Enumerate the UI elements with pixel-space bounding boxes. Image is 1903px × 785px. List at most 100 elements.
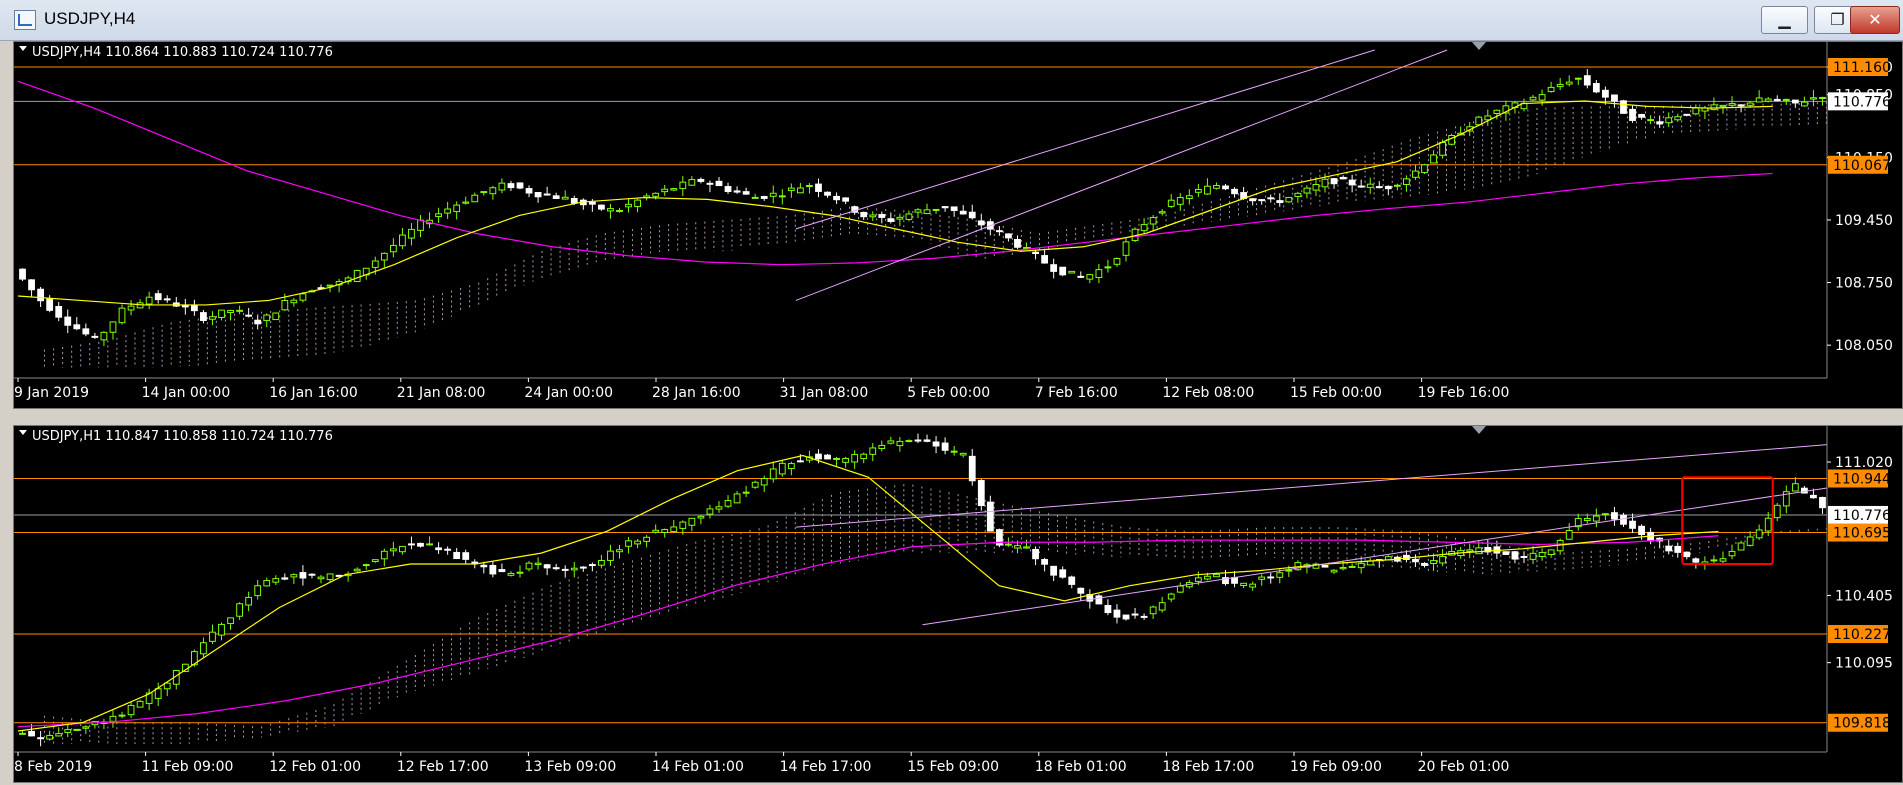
candle-body <box>914 209 922 213</box>
candle-body <box>778 462 786 475</box>
candle-body <box>1620 100 1627 114</box>
price-tag-label: 110.227 <box>1833 627 1891 643</box>
candle-body <box>489 564 497 575</box>
candle-body <box>634 540 641 545</box>
chart-window-icon <box>14 10 36 30</box>
candle-body <box>1158 211 1166 214</box>
y-tick-label: 108.750 <box>1835 276 1893 292</box>
candle-body <box>715 180 723 187</box>
candle-body <box>968 455 976 482</box>
candle-body <box>914 439 922 442</box>
candle-body <box>561 568 569 571</box>
candle-body <box>1683 551 1691 558</box>
candle-body <box>1683 113 1691 116</box>
candle-body <box>181 305 189 308</box>
candle-body <box>489 187 497 195</box>
candle-body <box>706 182 714 185</box>
candle-body <box>860 211 868 218</box>
candle-body <box>950 206 958 212</box>
candle-body <box>896 216 904 220</box>
candle-body <box>1104 604 1112 614</box>
candle-body <box>842 457 850 463</box>
candle-body <box>281 577 289 580</box>
candle-body <box>1800 101 1808 107</box>
y-tick-label: 108.050 <box>1835 338 1893 354</box>
candle-body <box>1122 614 1130 620</box>
candle-body <box>616 209 623 212</box>
candle-body <box>878 214 886 218</box>
candle-body <box>154 688 162 699</box>
candle-body <box>1059 569 1067 578</box>
candle-body <box>1710 559 1718 562</box>
candle-body <box>815 453 822 460</box>
candle-body <box>236 603 243 617</box>
h1-chart-svg[interactable]: USDJPY,H1 110.847 110.858 110.724 110.77… <box>14 426 1902 782</box>
candle-body <box>1222 185 1229 190</box>
candle-body <box>326 284 334 287</box>
candle-body <box>471 561 479 564</box>
price-tag-label: 110.776 <box>1833 508 1891 524</box>
h4-chart-svg[interactable]: USDJPY,H4 110.864 110.883 110.724 110.77… <box>14 42 1902 408</box>
candle-body <box>941 206 949 209</box>
candle-body <box>1529 552 1537 560</box>
candle-body <box>55 733 63 737</box>
candle-body <box>1755 97 1763 103</box>
candle-body <box>236 309 243 312</box>
candle-body <box>290 574 298 578</box>
candle-body <box>941 442 949 451</box>
x-tick-label: 18 Feb 01:00 <box>1035 759 1127 775</box>
candle-body <box>950 450 958 453</box>
candle-body <box>652 192 660 197</box>
candle-body <box>1746 102 1754 106</box>
x-tick-label: 18 Feb 17:00 <box>1162 759 1254 775</box>
candle-body <box>1330 569 1338 573</box>
candle-body <box>932 441 940 447</box>
candle-body <box>787 463 795 469</box>
candle-body <box>1231 188 1238 195</box>
candle-body <box>1475 547 1483 555</box>
candle-body <box>724 500 732 507</box>
candle-body <box>1674 545 1682 553</box>
candle-body <box>1665 545 1673 552</box>
candle-body <box>1502 551 1510 555</box>
candle-body <box>869 214 877 218</box>
candle-body <box>1819 496 1826 509</box>
h4-chart-panel[interactable]: USDJPY,H4 110.864 110.883 110.724 110.77… <box>13 41 1903 409</box>
candle-body <box>1629 108 1636 121</box>
candle-body <box>995 230 1003 233</box>
candle-body <box>1339 566 1347 570</box>
h1-chart-panel[interactable]: USDJPY,H1 110.847 110.858 110.724 110.77… <box>13 425 1903 783</box>
trend-channel-line <box>922 487 1828 626</box>
candle-body <box>1050 264 1058 272</box>
minimize-button[interactable]: ▁ <box>1761 6 1808 34</box>
candle-body <box>218 623 225 636</box>
candle-body <box>760 196 768 199</box>
candle-body <box>19 268 26 280</box>
candle-body <box>1303 187 1311 194</box>
candle-body <box>923 209 931 215</box>
candle-body <box>1077 587 1085 594</box>
candle-body <box>670 188 678 191</box>
candle-body <box>1014 545 1021 549</box>
candle-body <box>263 580 271 587</box>
candle-body <box>1258 576 1266 580</box>
candle-body <box>1773 504 1781 519</box>
candle-body <box>661 188 669 193</box>
candle-body <box>977 479 985 507</box>
candle-body <box>778 195 786 198</box>
candle-body <box>109 715 117 722</box>
candle-body <box>100 331 108 341</box>
candle-body <box>1149 217 1157 225</box>
candle-body <box>498 182 506 191</box>
chart-collapse-icon <box>19 430 27 435</box>
close-button[interactable]: ✕ <box>1850 6 1900 34</box>
candle-body <box>842 197 850 202</box>
price-tag-label: 111.160 <box>1833 60 1891 76</box>
candle-body <box>1357 185 1365 188</box>
candle-body <box>73 728 81 731</box>
candle-body <box>1430 154 1437 164</box>
candle-body <box>1267 197 1275 200</box>
candle-body <box>1638 113 1645 118</box>
candle-body <box>625 540 632 547</box>
candle-body <box>1556 83 1564 88</box>
